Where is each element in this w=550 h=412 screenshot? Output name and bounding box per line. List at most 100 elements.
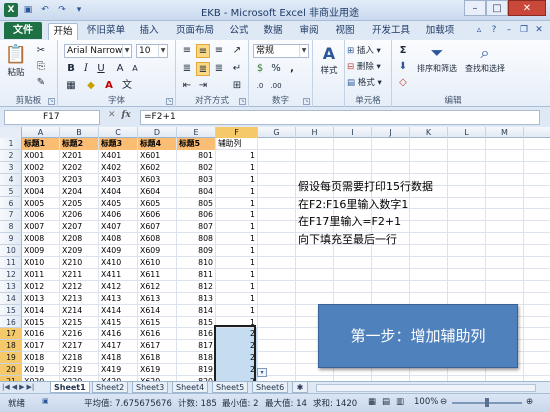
zoom-level[interactable]: 100% xyxy=(414,397,438,407)
column-header[interactable]: K xyxy=(410,127,448,138)
helper-column-cell[interactable]: 1 xyxy=(216,305,257,317)
borders-icon[interactable]: ▦ xyxy=(64,79,78,93)
row-header[interactable]: 15 xyxy=(0,305,22,317)
undo-icon[interactable]: ↶ xyxy=(38,3,52,17)
row-header[interactable]: 6 xyxy=(0,198,22,210)
row-header[interactable]: 1 xyxy=(0,138,22,150)
data-cell[interactable]: X207 xyxy=(60,221,98,233)
data-cell[interactable]: 801 xyxy=(177,150,215,162)
decrease-indent-icon[interactable]: ⇤ xyxy=(180,79,194,93)
data-cell[interactable]: X012 xyxy=(22,281,59,293)
row-header[interactable]: 8 xyxy=(0,221,22,234)
data-cell[interactable]: X616 xyxy=(138,328,176,340)
helper-column-cell[interactable]: 1 xyxy=(216,281,257,293)
row-header[interactable]: 18 xyxy=(0,340,22,353)
data-cell[interactable]: X203 xyxy=(60,174,98,186)
data-cell[interactable]: X617 xyxy=(138,340,176,352)
align-top-icon[interactable]: ≡ xyxy=(180,44,194,58)
data-cell[interactable]: 814 xyxy=(177,305,215,317)
page-break-view-icon[interactable]: ▥ xyxy=(396,397,404,407)
window-min-icon[interactable]: – xyxy=(504,25,514,35)
increase-decimal-icon[interactable]: .0 xyxy=(253,79,267,93)
prev-sheet-icon[interactable]: ◀ xyxy=(12,382,17,393)
row-header[interactable]: 12 xyxy=(0,269,22,281)
data-cell[interactable]: 812 xyxy=(177,281,215,293)
select-all-corner[interactable] xyxy=(0,127,22,138)
data-cell[interactable]: X407 xyxy=(99,221,137,233)
row-header[interactable]: 19 xyxy=(0,352,22,365)
helper-column-cell[interactable]: 1 xyxy=(216,233,257,245)
data-cell[interactable]: X613 xyxy=(138,293,176,305)
excel-logo-icon[interactable]: X xyxy=(4,3,18,17)
data-cell[interactable]: X208 xyxy=(60,233,98,245)
data-cell[interactable]: X410 xyxy=(99,257,137,269)
data-cell[interactable]: 804 xyxy=(177,186,215,198)
sheet-tab-sheet6[interactable]: Sheet6 xyxy=(252,382,289,393)
font-size-combo[interactable]: 10 ▼ xyxy=(136,44,168,58)
fill-icon[interactable]: ⬇ xyxy=(396,60,410,74)
delete-button[interactable]: ⊟ 删除 ▾ xyxy=(347,60,381,72)
increase-font-icon[interactable]: A xyxy=(113,62,127,76)
tab-home[interactable]: 开始 xyxy=(48,23,78,40)
format-painter-icon[interactable]: ✎ xyxy=(34,76,48,90)
clipboard-launcher-icon[interactable]: ↘ xyxy=(48,98,55,105)
data-cell[interactable]: X003 xyxy=(22,174,59,186)
data-cell[interactable]: X205 xyxy=(60,198,98,210)
first-sheet-icon[interactable]: |◀ xyxy=(2,382,10,393)
cancel-icon[interactable]: ✕ xyxy=(108,110,116,120)
next-sheet-icon[interactable]: ▶ xyxy=(19,382,24,393)
data-cell[interactable]: X209 xyxy=(60,245,98,257)
data-cell[interactable]: X412 xyxy=(99,281,137,293)
data-cell[interactable]: X406 xyxy=(99,209,137,221)
data-cell[interactable]: 807 xyxy=(177,221,215,233)
sheet-tab-sheet5[interactable]: Sheet5 xyxy=(212,382,249,393)
data-cell[interactable]: X619 xyxy=(138,364,176,376)
alignment-launcher-icon[interactable]: ↘ xyxy=(239,98,246,105)
data-cell[interactable]: X606 xyxy=(138,209,176,221)
data-cell[interactable]: 816 xyxy=(177,328,215,340)
page-layout-view-icon[interactable]: ▤ xyxy=(382,397,390,407)
data-cell[interactable]: X603 xyxy=(138,174,176,186)
number-format-combo[interactable]: 常规 ▼ xyxy=(253,44,309,58)
data-cell[interactable]: 805 xyxy=(177,198,215,210)
data-cell[interactable]: X417 xyxy=(99,340,137,352)
data-cell[interactable]: X212 xyxy=(60,281,98,293)
data-cell[interactable]: X611 xyxy=(138,269,176,281)
phonetic-icon[interactable]: 文 xyxy=(120,79,134,93)
data-cell[interactable]: 811 xyxy=(177,269,215,281)
row-header[interactable]: 11 xyxy=(0,257,22,269)
underline-button[interactable]: U xyxy=(94,62,108,76)
column-header[interactable]: A xyxy=(22,127,60,138)
data-cell[interactable]: X016 xyxy=(22,328,59,340)
data-cell[interactable]: X610 xyxy=(138,257,176,269)
helper-column-cell[interactable]: 1 xyxy=(216,174,257,186)
insert-button[interactable]: ⊞ 插入 ▾ xyxy=(347,44,381,56)
cut-icon[interactable]: ✂ xyxy=(34,44,48,58)
data-cell[interactable]: X219 xyxy=(60,364,98,376)
data-cell[interactable]: X007 xyxy=(22,221,59,233)
align-center-icon[interactable]: ≣ xyxy=(196,62,210,76)
copy-icon[interactable]: ⎘ xyxy=(34,60,48,74)
helper-column-cell[interactable]: 1 xyxy=(216,245,257,257)
column-header[interactable]: G xyxy=(258,127,296,138)
row-header[interactable]: 14 xyxy=(0,293,22,305)
row-header[interactable]: 7 xyxy=(0,209,22,222)
merge-center-icon[interactable]: ⊞ xyxy=(230,79,244,93)
data-cell[interactable]: 802 xyxy=(177,162,215,174)
decrease-font-icon[interactable]: A xyxy=(128,62,142,76)
helper-column-cell[interactable]: 1 xyxy=(216,162,257,174)
data-cell[interactable]: 819 xyxy=(177,364,215,376)
data-cell[interactable]: 817 xyxy=(177,340,215,352)
data-cell[interactable]: X408 xyxy=(99,233,137,245)
new-sheet-icon[interactable]: ✱ xyxy=(292,382,308,393)
align-right-icon[interactable]: ≣ xyxy=(212,62,226,76)
data-cell[interactable]: 808 xyxy=(177,233,215,245)
data-cell[interactable]: X405 xyxy=(99,198,137,210)
data-cell[interactable]: X210 xyxy=(60,257,98,269)
data-cell[interactable]: X414 xyxy=(99,305,137,317)
styles-button[interactable]: A 样式 xyxy=(316,44,342,76)
data-cell[interactable]: X217 xyxy=(60,340,98,352)
column-header[interactable]: J xyxy=(372,127,410,138)
data-cell[interactable]: X415 xyxy=(99,317,137,329)
data-cell[interactable]: X008 xyxy=(22,233,59,245)
